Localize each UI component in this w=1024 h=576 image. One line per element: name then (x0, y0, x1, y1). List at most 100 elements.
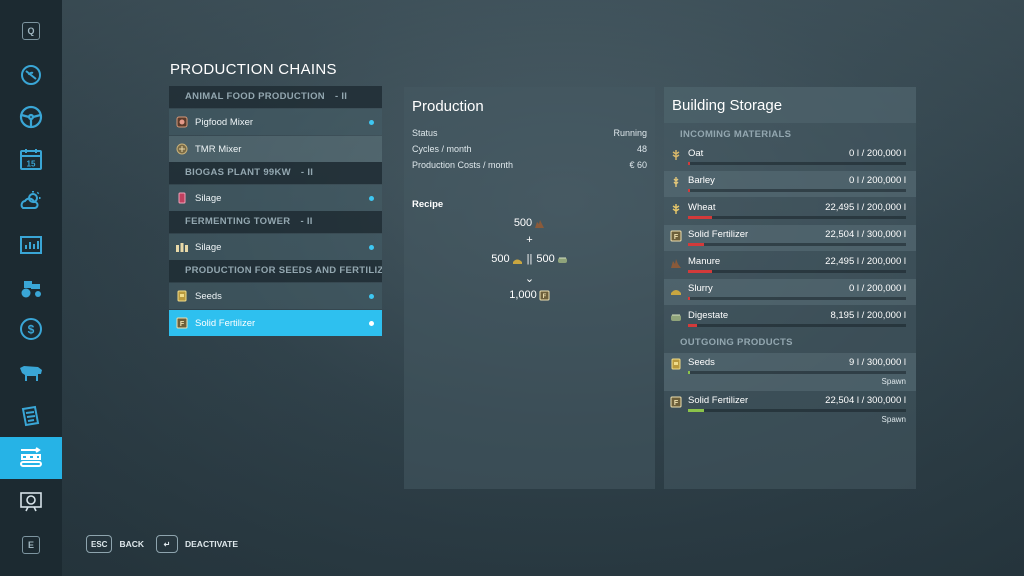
costs-label: Production Costs / month (412, 160, 514, 170)
storage-row: Oat 0 l / 200,000 l (664, 144, 916, 170)
seeds-icon (175, 289, 189, 303)
chain-item[interactable]: Silage (169, 234, 382, 260)
svg-text:$: $ (28, 323, 35, 337)
fill-level (688, 371, 691, 374)
fill-level-bar (688, 371, 906, 374)
chain-item-label: Silage (195, 241, 222, 253)
back-button[interactable]: ESC BACK (86, 535, 144, 553)
silage-icon (175, 191, 189, 205)
fill-level (688, 270, 713, 273)
fertilizer-output-icon: F (539, 290, 550, 300)
wheat-icon (672, 204, 680, 214)
storage-row: Barley 0 l / 200,000 l (664, 171, 916, 197)
storage-row: F Solid Fertilizer 22,504 l / 300,000 l (664, 225, 916, 251)
silage-bales-icon (175, 240, 189, 254)
fill-level (688, 189, 691, 192)
storage-heading: Building Storage (664, 87, 916, 123)
fill-level-bar (688, 243, 906, 246)
cycles-value: 48 (636, 144, 647, 154)
output-mode[interactable]: Spawn (882, 377, 906, 386)
chain-item[interactable]: Seeds (169, 283, 382, 309)
page-title: PRODUCTION CHAINS (170, 61, 337, 78)
calendar-day: 15 (27, 160, 36, 169)
fill-level-bar (688, 409, 906, 412)
status-value: Running (613, 128, 647, 138)
svg-text:F: F (542, 294, 546, 300)
costs-value: € 60 (629, 160, 647, 170)
production-icon[interactable] (0, 437, 62, 479)
active-indicator (369, 120, 374, 125)
cow-icon[interactable] (0, 352, 62, 394)
radio-icon[interactable] (0, 54, 62, 96)
production-panel: Production Status Running Cycles / month… (404, 87, 655, 489)
stats-icon[interactable] (0, 224, 62, 266)
recipe-input-alternatives: 500 || 500 (404, 253, 655, 265)
help-icon[interactable] (0, 480, 62, 522)
chain-item[interactable]: Silage (169, 185, 382, 211)
chain-group-header[interactable]: FERMENTING TOWER - II (169, 211, 382, 233)
fill-level-bar (688, 189, 906, 192)
deactivate-label: DEACTIVATE (185, 539, 239, 549)
svg-text:F: F (674, 400, 679, 407)
back-label: BACK (119, 539, 145, 549)
costs-row: Production Costs / month € 60 (412, 160, 647, 170)
storage-row: Digestate 8,195 l / 200,000 l (664, 306, 916, 332)
steering-wheel-icon[interactable] (0, 96, 62, 138)
group-name: FERMENTING TOWER (185, 216, 291, 227)
calendar-icon[interactable]: 15 (0, 138, 62, 180)
active-indicator (369, 321, 374, 326)
manure-icon (535, 219, 545, 228)
slurry-icon (512, 259, 522, 264)
recipe-output: 1,000 F (404, 289, 655, 301)
weather-icon[interactable] (0, 180, 62, 222)
production-chains-list: ANIMAL FOOD PRODUCTION - II Pigfood Mixer… (169, 86, 382, 336)
enter-key: ↵ (156, 535, 178, 553)
money-icon[interactable]: $ (0, 308, 62, 350)
chain-group-header[interactable]: PRODUCTION FOR SEEDS AND FERTILIZ... (169, 260, 382, 282)
prev-page-key[interactable]: Q (22, 22, 40, 40)
fill-level (688, 216, 713, 219)
active-indicator (369, 196, 374, 201)
fertilizer-icon: F (670, 230, 682, 242)
chain-item-label: Pigfood Mixer (195, 116, 254, 128)
group-paused-indicator: - II (300, 216, 313, 227)
group-paused-indicator: - II (300, 167, 314, 178)
storage-row: Seeds 9 l / 300,000 l Spawn (664, 353, 916, 391)
output-mode[interactable]: Spawn (882, 415, 906, 424)
storage-row: F Solid Fertilizer 22,504 l / 300,000 l … (664, 391, 916, 429)
digestate-icon (671, 314, 681, 321)
cycles-label: Cycles / month (412, 144, 472, 154)
svg-text:F: F (674, 234, 679, 241)
recipe-plus: + (526, 234, 533, 246)
recipe-input-manure: 500 (404, 217, 655, 229)
barley-icon (673, 177, 679, 187)
recipe-heading: Recipe (412, 199, 444, 210)
incoming-heading: INCOMING MATERIALS (680, 129, 792, 140)
chain-item-label: Solid Fertilizer (195, 317, 256, 329)
fill-level (688, 243, 705, 246)
chain-item-selected[interactable]: F Solid Fertilizer (169, 310, 382, 336)
next-page-key[interactable]: E (22, 536, 40, 554)
chain-item[interactable]: Pigfood Mixer (169, 109, 382, 135)
group-name: ANIMAL FOOD PRODUCTION (185, 91, 325, 102)
sidebar: Q 15 $ E (0, 0, 62, 576)
outgoing-heading: OUTGOING PRODUCTS (680, 337, 793, 348)
storage-row: Slurry 0 l / 200,000 l (664, 279, 916, 305)
cycles-row: Cycles / month 48 (412, 144, 647, 154)
fill-level (688, 324, 697, 327)
fill-level (688, 297, 691, 300)
chain-group-header[interactable]: ANIMAL FOOD PRODUCTION - II (169, 86, 382, 108)
esc-key: ESC (86, 535, 113, 553)
fill-level-bar (688, 270, 906, 273)
fertilizer-icon: F (175, 316, 189, 330)
deactivate-button[interactable]: ↵ DEACTIVATE (156, 535, 238, 553)
group-paused-indicator: - II (334, 91, 348, 102)
tractor-icon[interactable] (0, 266, 62, 308)
chain-group-header[interactable]: BIOGAS PLANT 99KW - II (169, 162, 382, 184)
contracts-icon[interactable] (0, 395, 62, 437)
manure-icon (671, 259, 681, 268)
chain-item[interactable]: TMR Mixer (169, 136, 382, 162)
fill-level (688, 162, 691, 165)
svg-text:F: F (180, 321, 185, 328)
chain-item-label: Silage (195, 192, 222, 204)
